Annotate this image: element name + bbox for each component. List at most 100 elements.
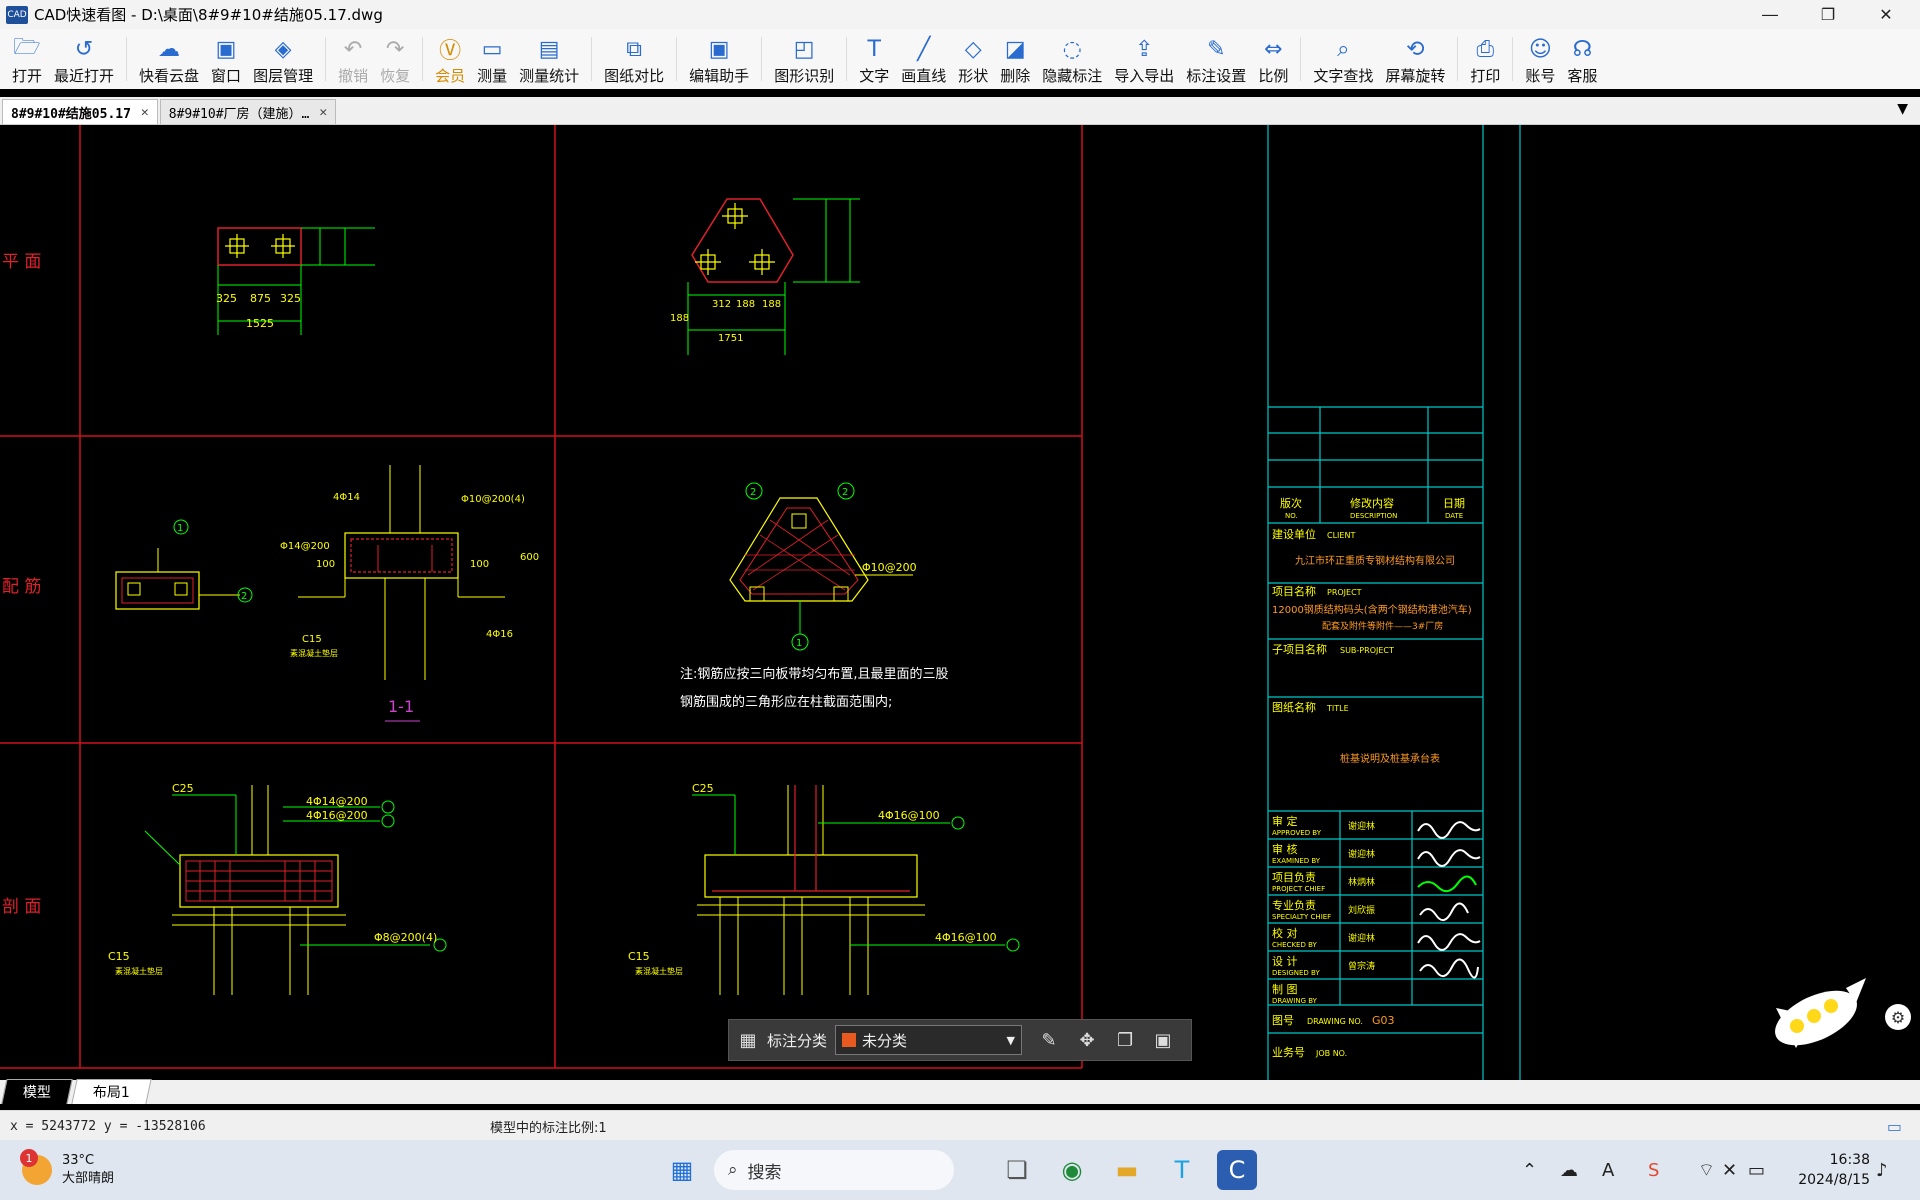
toolbar-button-window[interactable]: ▣ 窗口	[211, 29, 241, 89]
toolbar-button-eye-hide[interactable]: ◌ 隐藏标注	[1042, 29, 1102, 89]
tb-drawing-no-label: 图号	[1272, 1014, 1294, 1027]
toolbar-button-redo[interactable]: ↷ 恢复	[380, 29, 410, 89]
chevron-down-icon: ▼	[1006, 1033, 1016, 1047]
assistant-mascot[interactable]	[1756, 968, 1874, 1068]
toolbar-button-shapes[interactable]: ◇ 形状	[958, 29, 988, 89]
minimize-icon[interactable]: ―	[1747, 0, 1793, 29]
taskbar-clock[interactable]: 16:38 2024/8/15	[1790, 1150, 1870, 1190]
tb-checked-name: 谢迎林	[1348, 932, 1375, 944]
toolbar-button-eraser[interactable]: ◪ 删除	[1000, 29, 1030, 89]
tab-document-2[interactable]: 8#9#10#厂房（建施）… ✕	[159, 99, 337, 124]
tray-chevron-icon[interactable]: ⌃	[1522, 1140, 1537, 1200]
toolbar-button-text-search[interactable]: ⌕ 文字查找	[1313, 29, 1373, 89]
rebar-label: 4Φ16@200	[306, 809, 368, 822]
copy-icon[interactable]: ❐	[1106, 1030, 1144, 1051]
toolbar-button-import-export[interactable]: ⇪ 导入导出	[1114, 29, 1174, 89]
plan-rect-cap: 325 875 325 1525	[216, 227, 375, 335]
wifi-icon[interactable]: ⌔	[1698, 1140, 1715, 1200]
edit-icon[interactable]: ✎	[1030, 1030, 1068, 1051]
compare-icon: ⧉	[626, 36, 643, 62]
ruler-icon: ▭	[481, 36, 503, 62]
toolbar-label: 会员	[435, 67, 466, 85]
dim-label: 100	[470, 559, 489, 570]
tb-subproject-label: 子项目名称	[1272, 642, 1327, 656]
status-tools-icon[interactable]: ▭	[1887, 1117, 1902, 1136]
search-placeholder: 搜索	[747, 1162, 782, 1183]
redo-icon: ↷	[385, 36, 405, 62]
weather-widget[interactable]: 1 33°C 大部晴朗	[20, 1149, 114, 1188]
concrete-sublabel: 素混凝土垫层	[635, 966, 683, 976]
concrete-label: C15	[628, 950, 650, 963]
toolbar-button-undo[interactable]: ↶ 撤销	[338, 29, 368, 89]
toolbar-button-account[interactable]: ☺ 账号	[1525, 29, 1555, 89]
tb-rev-desc: 修改内容	[1350, 496, 1394, 510]
toolbar-button-measure-stats[interactable]: ▤ 测量统计	[519, 29, 579, 89]
restore-icon[interactable]: ❐	[1805, 0, 1851, 29]
close-tab-icon[interactable]: ✕	[319, 105, 327, 120]
text-app-icon[interactable]: T	[1162, 1150, 1202, 1190]
layout-tab-layout1[interactable]: 布局1	[71, 1079, 152, 1104]
toolbar-button-print[interactable]: ⎙ 打印	[1470, 29, 1500, 89]
windows-start-icon[interactable]: ▦	[662, 1150, 702, 1190]
title-block: 版次 NO. 修改内容 DESCRIPTION 日期 DATE 建设单位 CLI…	[1267, 125, 1521, 1080]
volume-icon[interactable]: ✕	[1722, 1140, 1737, 1200]
file-explorer-icon[interactable]: ▬	[1107, 1150, 1147, 1190]
tab-dropdown-icon[interactable]: ▼	[1897, 101, 1908, 117]
tb-title-label: 图纸名称	[1272, 700, 1316, 714]
toolbar-button-recent[interactable]: ↺ 最近打开	[54, 29, 114, 89]
toolbar-button-vip[interactable]: Ⓥ 会员	[435, 29, 465, 89]
tb-approved-name: 谢迎林	[1348, 820, 1375, 832]
tb-specialty-chief: 专业负责	[1272, 898, 1316, 912]
task-view-icon[interactable]: ❏	[997, 1150, 1037, 1190]
onedrive-icon[interactable]: ☁	[1560, 1140, 1578, 1200]
scale-icon: ⇔	[1264, 36, 1283, 62]
move-icon[interactable]: ✥	[1068, 1030, 1106, 1051]
reinforcement-triangle-plan: 2 2 1 Φ10@200	[729, 482, 917, 651]
app-tray-icon[interactable]: S	[1648, 1140, 1659, 1200]
tab-document-1[interactable]: 8#9#10#结施05.17 ✕	[2, 99, 158, 124]
toolbar-label: 形状	[958, 67, 989, 85]
toolbar-button-annotation-settings[interactable]: ✎ 标注设置	[1186, 29, 1246, 89]
toolbar-separator	[1457, 37, 1459, 81]
toolbar-button-cloud[interactable]: ☁ 快看云盘	[139, 29, 199, 89]
tb-designed-en: DESIGNED BY	[1272, 969, 1320, 977]
toolbar-button-shape-recognize[interactable]: ◰ 图形识别	[774, 29, 834, 89]
gear-icon[interactable]: ⚙	[1885, 1004, 1911, 1030]
toolbar-button-cad-edit[interactable]: ▣ 编辑助手	[689, 29, 749, 89]
toolbar-label: 图纸对比	[604, 67, 665, 85]
toolbar-button-headset[interactable]: ☊ 客服	[1567, 29, 1597, 89]
toolbar-label: 账号	[1525, 67, 1556, 85]
close-tab-icon[interactable]: ✕	[141, 105, 149, 120]
toolbar-button-rotate-screen[interactable]: ⟲ 屏幕旋转	[1385, 29, 1445, 89]
close-icon[interactable]: ✕	[1863, 0, 1909, 29]
toolbar-button-layers[interactable]: ◈ 图层管理	[253, 29, 313, 89]
toolbar-label: 隐藏标注	[1042, 67, 1103, 85]
toolbar-button-line[interactable]: ╱ 画直线	[901, 29, 946, 89]
toolbar-button-scale[interactable]: ⇔ 比例	[1258, 29, 1288, 89]
tb-project-value-2: 配套及附件等附件——3#厂房	[1322, 620, 1443, 632]
category-grid-icon[interactable]: ▦	[729, 1030, 767, 1051]
folder-open-icon: 🗁	[13, 35, 41, 60]
toolbar-separator	[676, 37, 678, 81]
annotation-category-select[interactable]: 未分类 ▼	[835, 1025, 1023, 1055]
toolbar-button-compare[interactable]: ⧉ 图纸对比	[604, 29, 664, 89]
print-icon: ⎙	[1476, 36, 1495, 62]
cad-canvas[interactable]: 平 面 配 筋 剖 面 325 875 325 1525 188 312 188…	[0, 125, 1920, 1080]
ime-icon[interactable]: A	[1602, 1140, 1614, 1200]
toolbar-label: 打开	[12, 67, 43, 85]
notification-bell-icon[interactable]: ♪	[1876, 1140, 1888, 1200]
toolbar-button-folder-open[interactable]: 🗁 打开	[12, 29, 42, 89]
toolbar-button-ruler[interactable]: ▭ 测量	[477, 29, 507, 89]
callout-number: 2	[842, 487, 848, 498]
cad-app-icon[interactable]: C	[1217, 1150, 1257, 1190]
layout-tab-model[interactable]: 模型	[1, 1079, 73, 1104]
paste-icon[interactable]: ▣	[1144, 1030, 1182, 1051]
edge-browser-icon[interactable]: ◉	[1052, 1150, 1092, 1190]
dim-label: 325	[280, 292, 301, 305]
concrete-sublabel: 素混凝土垫层	[115, 966, 163, 976]
toolbar-button-text[interactable]: T 文字	[859, 29, 889, 89]
taskbar-search[interactable]: ⌕ 搜索	[714, 1150, 954, 1190]
dim-label: 312	[712, 299, 731, 310]
tb-checked-en: CHECKED BY	[1272, 941, 1318, 949]
battery-icon[interactable]: ▭	[1748, 1140, 1765, 1200]
